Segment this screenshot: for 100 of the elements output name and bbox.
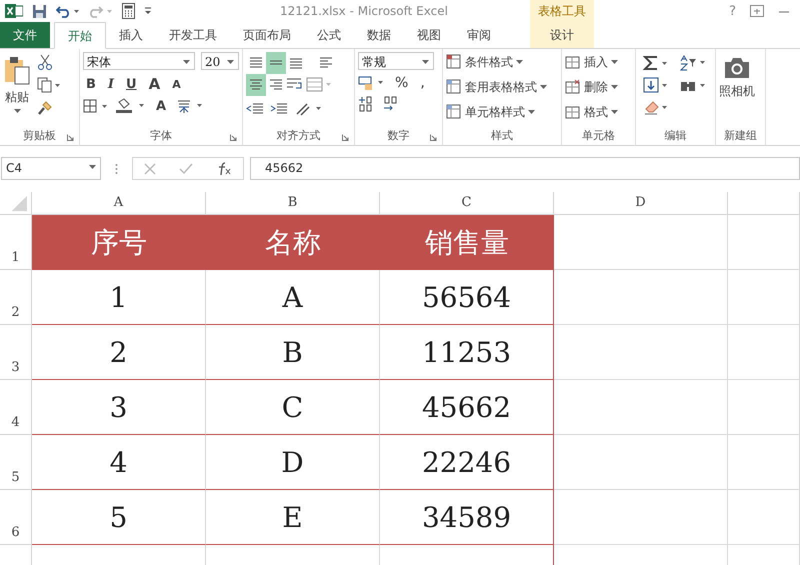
empty-cell (728, 380, 800, 435)
table-cell: 3 (32, 380, 206, 435)
table-header-cell: 名称 (206, 215, 380, 270)
window-title: 12121.xlsx - Microsoft Excel (280, 4, 448, 18)
group-label: 样式 (491, 128, 513, 142)
styles-menu-button[interactable]: 套用表格格式 (446, 77, 558, 97)
align-lines-icon (269, 79, 283, 91)
ribbon-tab[interactable]: 插入 (106, 22, 156, 48)
align-lines-icon (319, 57, 333, 69)
group-label: 对齐方式 (276, 128, 320, 142)
ribbon-tab[interactable]: 审阅 (454, 22, 504, 48)
table-cell: D (206, 435, 380, 490)
font-name-field[interactable]: 宋体 (83, 52, 195, 70)
ribbon-tab[interactable]: 开发工具 (156, 22, 230, 48)
shrink-font-button[interactable]: A (169, 78, 184, 90)
ribbon-tab[interactable]: 公式 (304, 22, 354, 48)
dropdown-caret-icon (89, 165, 96, 169)
group-label: 编辑 (664, 128, 686, 142)
align-lines-icon (249, 79, 263, 91)
dropdown-caret-icon (227, 60, 234, 64)
row-header[interactable]: 4 (0, 380, 32, 435)
ribbon-display-icon[interactable] (750, 5, 764, 17)
currency-icon[interactable] (358, 75, 386, 91)
font-color-button[interactable]: A (153, 98, 170, 114)
grow-font-button[interactable]: A (146, 75, 164, 93)
name-box[interactable]: C4 (1, 157, 101, 180)
font-style-button[interactable]: B (83, 76, 99, 92)
formula-input[interactable]: 45662 (250, 157, 800, 180)
clipboard-icon (3, 56, 31, 86)
orientation-icon[interactable] (294, 101, 324, 117)
sort-filter-icon[interactable] (679, 55, 707, 71)
empty-cell (728, 270, 800, 325)
table-cell: 2 (32, 325, 206, 380)
cells-menu-button[interactable]: 删除 (565, 77, 632, 97)
font-style-button[interactable]: I (104, 76, 118, 92)
dropdown-caret-icon (611, 85, 618, 89)
decrease-indent-icon[interactable] (246, 102, 264, 116)
group-label: 新建组 (724, 128, 757, 142)
table-header-cell: 序号 (32, 215, 206, 270)
group-label: 数字 (388, 128, 410, 142)
table-cell: B (206, 325, 380, 380)
format-painter-icon[interactable] (37, 100, 53, 116)
align-button[interactable] (266, 52, 286, 74)
font-style-button[interactable]: U (123, 76, 140, 92)
percent-style-button[interactable]: % (392, 75, 412, 91)
fill-color-icon[interactable] (115, 98, 147, 114)
align-button[interactable] (246, 74, 266, 96)
dropdown-caret-icon (540, 85, 547, 89)
cut-icon[interactable] (37, 54, 53, 70)
row-header[interactable]: 3 (0, 325, 32, 380)
increase-indent-icon[interactable] (270, 102, 288, 116)
camera-icon (723, 56, 751, 80)
cells-menu-button[interactable]: 插入 (565, 52, 632, 72)
ribbon-tab[interactable]: 设计 (530, 22, 594, 48)
dropdown-caret-icon (611, 110, 618, 114)
table-cell: 1 (32, 270, 206, 325)
calculator-icon[interactable] (122, 3, 135, 19)
save-icon[interactable] (32, 4, 47, 18)
ribbon-tab[interactable]: 数据 (354, 22, 404, 48)
ribbon-tab[interactable]: 开始 (54, 22, 106, 49)
table-style-icon (446, 79, 462, 95)
row-header[interactable]: 5 (0, 435, 32, 490)
cells-grid-icon (565, 104, 581, 120)
dialog-launcher-icon[interactable] (230, 134, 237, 141)
dialog-launcher-icon[interactable] (342, 134, 349, 141)
ribbon-tab[interactable]: 视图 (404, 22, 454, 48)
paste-button[interactable]: 粘贴 (3, 52, 31, 125)
dialog-launcher-icon[interactable] (430, 134, 437, 141)
dropdown-caret-icon (422, 60, 429, 64)
column-header[interactable]: D (554, 192, 728, 215)
table-cell: 22246 (380, 435, 554, 490)
table-cell: 4 (32, 435, 206, 490)
dropdown-caret-icon (516, 60, 523, 64)
styles-menu-button[interactable]: 单元格样式 (446, 102, 558, 122)
borders-icon[interactable] (83, 99, 109, 113)
table-cell: 56564 (380, 270, 554, 325)
cells-menu-button[interactable]: 格式 (565, 102, 632, 122)
table-cell: 45662 (380, 380, 554, 435)
undo-icon[interactable] (56, 4, 80, 18)
merge-cells-icon[interactable] (306, 77, 332, 93)
font-size-field[interactable]: 20 (201, 52, 239, 70)
more-icon[interactable] (115, 162, 118, 174)
empty-cell (728, 490, 800, 545)
number-format-field[interactable]: 常规 (358, 52, 434, 70)
row-header[interactable]: 6 (0, 490, 32, 545)
copy-icon[interactable] (37, 77, 61, 93)
customize-menu-icon[interactable] (144, 6, 152, 16)
cells-grid-icon (565, 79, 581, 95)
empty-cell (728, 215, 800, 270)
styles-menu-button[interactable]: 条件格式 (446, 52, 558, 72)
camera-button[interactable]: 照相机 (719, 52, 755, 125)
help-button[interactable]: ? (729, 4, 736, 18)
comma-style-button[interactable]: , (417, 75, 428, 91)
ribbon-tab[interactable]: 页面布局 (230, 22, 304, 48)
group-label: 字体 (150, 128, 172, 142)
ribbon-tab[interactable]: 文件 (0, 22, 50, 48)
row-header[interactable]: 2 (0, 270, 32, 325)
table-cell: C (206, 380, 380, 435)
dialog-launcher-icon[interactable] (67, 134, 74, 141)
group-label: 剪贴板 (23, 128, 56, 142)
